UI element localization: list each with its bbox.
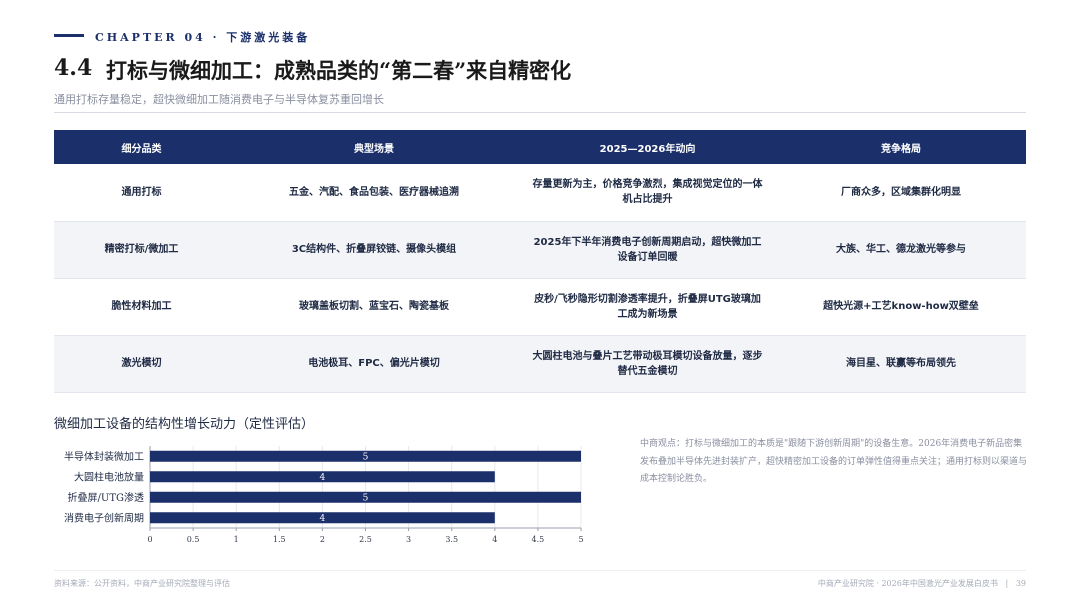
bar-value-label: 4 xyxy=(320,514,326,524)
x-tick-label: 0 xyxy=(147,535,152,544)
x-tick-label: 1 xyxy=(234,535,239,544)
chart-title: 微细加工设备的结构性增长动力（定性评估） xyxy=(54,417,315,432)
table-cell: 存量更新为主，价格竞争激烈，集成视觉定位的一体机占比提升 xyxy=(519,164,776,222)
table-row: 脆性材料加工 玻璃盖板切割、蓝宝石、陶瓷基板 皮秒/飞秒隐形切割渗透率提升，折叠… xyxy=(54,278,1026,336)
page-title: 打标与微细加工：成熟品类的“第二春”来自精密化 xyxy=(106,58,572,83)
table-header-row: 细分品类 典型场景 2025—2026年动向 竞争格局 xyxy=(54,130,1026,164)
bar-value-label: 5 xyxy=(363,452,369,462)
segment-table: 细分品类 典型场景 2025—2026年动向 竞争格局 通用打标 五金、汽配、食… xyxy=(54,130,1026,393)
table-header-cell: 典型场景 xyxy=(229,130,519,164)
table-cell: 海目星、联赢等布局领先 xyxy=(776,335,1026,393)
table-header-cell: 竞争格局 xyxy=(776,130,1026,164)
table-cell: 电池极耳、FPC、偏光片模切 xyxy=(229,335,519,393)
footer-report-name: 中商产业研究院 · 2026年中国激光产业发展白皮书 xyxy=(817,579,998,588)
table-header-cell: 细分品类 xyxy=(54,130,229,164)
table-cell: 通用打标 xyxy=(54,164,229,222)
category-label: 折叠屏/UTG渗透 xyxy=(68,491,144,504)
table-cell: 3C结构件、折叠屏铰链、摄像头模组 xyxy=(229,221,519,279)
x-tick-label: 4.5 xyxy=(532,535,545,544)
table-row: 精密打标/微加工 3C结构件、折叠屏铰链、摄像头模组 2025年下半年消费电子创… xyxy=(54,221,1026,279)
section-number: 4.4 xyxy=(54,55,93,81)
x-tick-label: 4 xyxy=(492,535,497,544)
chapter-label: CHAPTER 04 · 下游激光装备 xyxy=(95,31,311,44)
table-header-cell: 2025—2026年动向 xyxy=(519,130,776,164)
table-cell: 大圆柱电池与叠片工艺带动极耳模切设备放量，逐步替代五金模切 xyxy=(519,335,776,393)
x-tick-label: 3.5 xyxy=(445,535,458,544)
x-tick-label: 2 xyxy=(320,535,325,544)
table-cell: 激光模切 xyxy=(54,335,229,393)
table-cell: 2025年下半年消费电子创新周期启动，超快微加工设备订单回暖 xyxy=(519,221,776,279)
page-subtitle: 通用打标存量稳定，超快微细加工随消费电子与半导体复苏重回增长 xyxy=(54,93,384,106)
chart-svg: 5 半导体封装微加工 4 大圆柱电池放量 5 折叠屏/UTG渗透 4 消费电子创新周期 0 0.5… xyxy=(64,446,584,544)
table-row: 激光模切 电池极耳、FPC、偏光片模切 大圆柱电池与叠片工艺带动极耳模切设备放量… xyxy=(54,335,1026,393)
x-tick-label: 1.5 xyxy=(273,535,286,544)
category-label: 半导体封装微加工 xyxy=(64,450,144,463)
table-row: 通用打标 五金、汽配、食品包装、医疗器械追溯 存量更新为主，价格竞争激烈，集成视… xyxy=(54,164,1026,222)
table-cell: 皮秒/飞秒隐形切割渗透率提升，折叠屏UTG玻璃加工成为新场景 xyxy=(519,278,776,336)
table-cell: 五金、汽配、食品包装、医疗器械追溯 xyxy=(229,164,519,222)
footer-source: 资料来源：公开资料，中商产业研究院整理与评估 xyxy=(54,579,230,588)
bar-value-label: 4 xyxy=(320,473,326,483)
bar-value-label: 5 xyxy=(363,493,369,503)
x-tick-label: 0.5 xyxy=(187,535,200,544)
x-tick-label: 2.5 xyxy=(359,535,372,544)
table-cell: 厂商众多，区域集群化明显 xyxy=(776,164,1026,222)
page-number: 39 xyxy=(1015,579,1026,588)
table-cell: 大族、华工、德龙激光等参与 xyxy=(776,221,1026,279)
table-cell: 脆性材料加工 xyxy=(54,278,229,336)
x-tick-label: 5 xyxy=(578,535,583,544)
category-label: 大圆柱电池放量 xyxy=(74,470,144,483)
table-cell: 精密打标/微加工 xyxy=(54,221,229,279)
table-cell: 玻璃盖板切割、蓝宝石、陶瓷基板 xyxy=(229,278,519,336)
footer-separator: | xyxy=(1000,579,1014,588)
growth-driver-chart: 5 半导体封装微加工 4 大圆柱电池放量 5 折叠屏/UTG渗透 4 消费电子创新周期 0 0.5… xyxy=(54,436,594,546)
analyst-note: 中商观点：打标与微细加工的本质是"跟随下游创新周期"的设备生意。2026年消费电… xyxy=(640,439,1028,485)
footer-publication: 中商产业研究院 · 2026年中国激光产业发展白皮书 | 39 xyxy=(818,578,1026,589)
footer-divider xyxy=(54,570,1026,571)
chapter-accent-bar xyxy=(54,34,84,37)
table-cell: 超快光源+工艺know-how双壁垒 xyxy=(776,278,1026,336)
x-tick-label: 3 xyxy=(406,535,411,544)
category-label: 消费电子创新周期 xyxy=(64,511,144,524)
title-divider xyxy=(54,112,1026,113)
